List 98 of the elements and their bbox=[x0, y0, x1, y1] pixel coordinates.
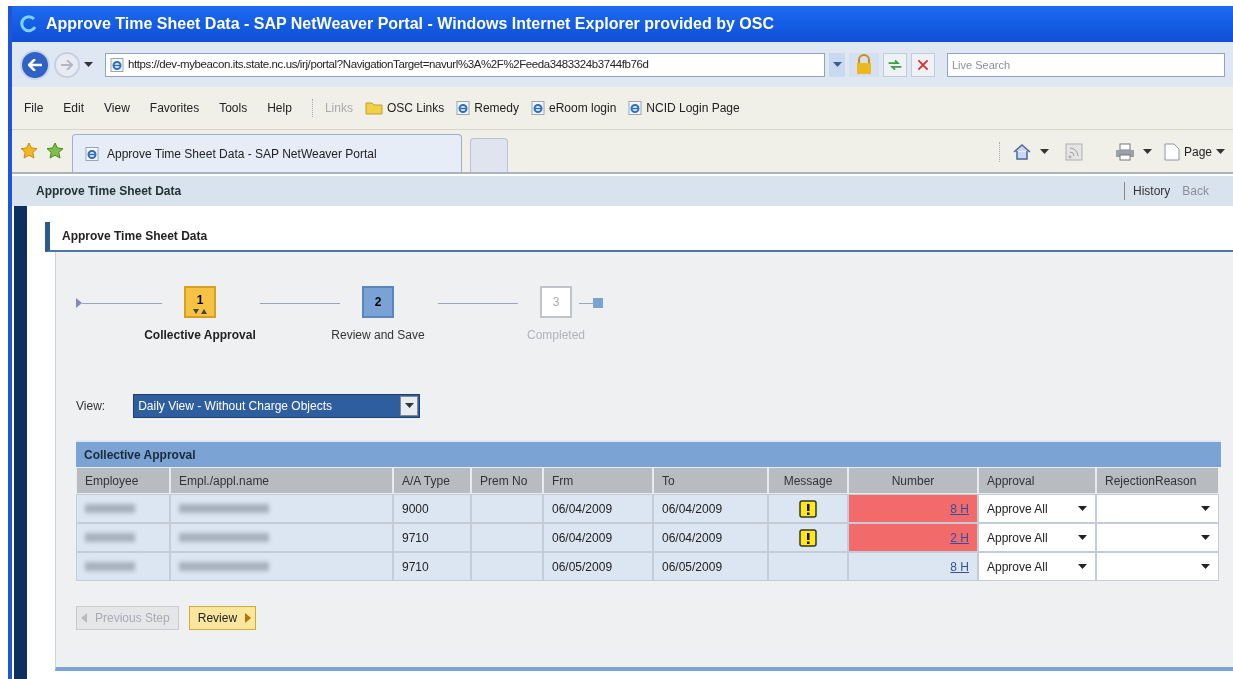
approval-dropdown[interactable]: Approve All bbox=[978, 494, 1096, 523]
step-start-icon bbox=[76, 298, 82, 308]
table-cell: 06/04/2009 bbox=[543, 523, 653, 552]
link-item[interactable]: OSC Links bbox=[364, 99, 445, 117]
panel-title: Approve Time Sheet Data bbox=[62, 228, 208, 245]
hours-link[interactable]: 8 H bbox=[950, 557, 969, 576]
menu-item[interactable]: Favorites bbox=[149, 99, 200, 117]
step-label: Review and Save bbox=[331, 327, 425, 344]
refresh-icon[interactable] bbox=[883, 52, 907, 77]
column-header: Approval bbox=[978, 467, 1096, 494]
link-item[interactable]: eRoom login bbox=[530, 99, 617, 117]
column-header: Number bbox=[848, 467, 978, 494]
padlock-icon bbox=[849, 52, 879, 77]
menu-item[interactable]: Edit bbox=[63, 99, 85, 117]
back-button[interactable] bbox=[20, 49, 50, 80]
window-title: Approve Time Sheet Data - SAP NetWeaver Portal - Windows Internet Explorer provided by OSC bbox=[46, 14, 775, 34]
table-cell: 06/05/2009 bbox=[543, 552, 653, 581]
table-cell: 9000 bbox=[393, 494, 471, 523]
table-cell: 06/05/2009 bbox=[653, 552, 768, 581]
redacted-text bbox=[85, 504, 135, 513]
caret-icon bbox=[1039, 149, 1049, 155]
home-icon[interactable] bbox=[1011, 142, 1032, 162]
search-field[interactable]: Live Search bbox=[947, 52, 1225, 77]
address-field[interactable]: https://dev-mybeacon.its.state.nc.us/irj/portal?NavigationTarget=navurl%3A%2F%2Feeda3483324b3744fb76d bbox=[105, 52, 825, 77]
step-marker[interactable]: 2 bbox=[362, 286, 394, 318]
menu-item[interactable]: Help bbox=[267, 99, 292, 117]
page-icon bbox=[110, 57, 124, 72]
links-label: Links bbox=[324, 100, 353, 117]
redacted-text bbox=[85, 533, 135, 542]
url-text: https://dev-mybeacon.its.state.nc.us/irj/portal?NavigationTarget=navurl%3A%2F%2Feeda3483324b3744fb76d bbox=[128, 56, 649, 72]
caret-icon bbox=[1201, 563, 1210, 570]
step-label: Completed bbox=[527, 327, 585, 344]
page-menu-button[interactable]: Page bbox=[1163, 143, 1225, 161]
right-triangle-icon bbox=[245, 613, 252, 623]
header-title: Approve Time Sheet Data bbox=[36, 183, 182, 200]
left-arrow-icon bbox=[28, 58, 42, 71]
page-icon bbox=[456, 101, 471, 115]
page-icon bbox=[85, 146, 99, 161]
review-button[interactable]: Review bbox=[188, 606, 257, 630]
link-item[interactable]: NCID Login Page bbox=[628, 99, 740, 117]
table-cell bbox=[471, 523, 543, 552]
column-header: RejectionReason bbox=[1096, 467, 1219, 494]
printer-icon[interactable] bbox=[1114, 143, 1135, 161]
left-triangle-icon bbox=[81, 613, 87, 623]
add-favorite-icon[interactable] bbox=[46, 142, 64, 160]
column-header: Empl./appl.name bbox=[170, 467, 393, 494]
caret-icon bbox=[1142, 149, 1152, 155]
caret-icon bbox=[1078, 505, 1087, 512]
current-step-icon bbox=[192, 308, 208, 314]
column-header: Frm bbox=[543, 467, 653, 494]
table-cell: 06/04/2009 bbox=[653, 523, 768, 552]
caret-icon bbox=[404, 403, 414, 409]
history-link[interactable]: History bbox=[1123, 182, 1171, 200]
column-header: Employee bbox=[76, 467, 170, 494]
page-icon bbox=[628, 101, 643, 115]
step-marker[interactable]: 1 bbox=[184, 286, 216, 318]
step-end-marker bbox=[593, 298, 603, 308]
column-header: Message bbox=[768, 467, 848, 494]
caret-icon bbox=[1216, 149, 1225, 155]
star-icon[interactable] bbox=[20, 142, 38, 160]
approval-dropdown[interactable]: Approve All bbox=[978, 523, 1096, 552]
page-icon bbox=[530, 101, 545, 115]
feed-icon[interactable] bbox=[1064, 143, 1083, 161]
dropdown-button[interactable] bbox=[829, 52, 845, 77]
document-icon bbox=[1163, 143, 1180, 161]
browser-tab[interactable]: Approve Time Sheet Data - SAP NetWeaver Portal bbox=[72, 134, 462, 172]
rejection-dropdown[interactable] bbox=[1096, 494, 1219, 523]
caret-icon bbox=[84, 61, 93, 68]
table-cell: 06/04/2009 bbox=[543, 494, 653, 523]
caret-icon bbox=[1078, 534, 1087, 541]
menu-item[interactable]: File bbox=[24, 99, 44, 117]
caret-icon bbox=[832, 61, 842, 68]
close-icon[interactable] bbox=[911, 52, 935, 77]
caret-icon bbox=[1078, 563, 1087, 570]
table-title: Collective Approval bbox=[84, 446, 196, 464]
view-dropdown[interactable]: Daily View - Without Charge Objects bbox=[133, 394, 421, 418]
table-cell bbox=[471, 552, 543, 581]
view-label: View: bbox=[76, 398, 106, 415]
rejection-dropdown[interactable] bbox=[1096, 523, 1219, 552]
menu-item[interactable]: Tools bbox=[219, 99, 248, 117]
column-header: To bbox=[653, 467, 768, 494]
menu-item[interactable]: View bbox=[104, 99, 130, 117]
caret-icon bbox=[1201, 534, 1210, 541]
redacted-text bbox=[85, 562, 135, 571]
table-cell: 9710 bbox=[393, 552, 471, 581]
browser-icon bbox=[20, 15, 38, 33]
column-header: Prem No bbox=[471, 467, 543, 494]
right-arrow-icon bbox=[61, 59, 73, 70]
caret-icon bbox=[1201, 505, 1210, 512]
table-cell: 9710 bbox=[393, 523, 471, 552]
table-cell: 06/04/2009 bbox=[653, 494, 768, 523]
rejection-dropdown[interactable] bbox=[1096, 552, 1219, 581]
approval-dropdown[interactable]: Approve All bbox=[978, 552, 1096, 581]
link-item[interactable]: Remedy bbox=[456, 99, 519, 117]
column-header: A/A Type bbox=[393, 467, 471, 494]
table-cell bbox=[471, 494, 543, 523]
step-label: Collective Approval bbox=[144, 327, 256, 344]
folder-icon bbox=[364, 101, 383, 115]
